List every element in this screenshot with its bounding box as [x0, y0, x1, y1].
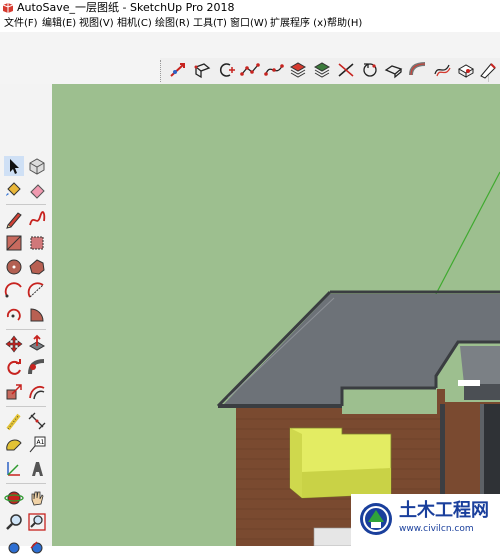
menu-extensions[interactable]: 扩展程序 (x) — [270, 17, 327, 30]
previous-view-icon[interactable] — [27, 536, 47, 556]
pie-icon[interactable] — [27, 305, 47, 325]
axes-icon[interactable] — [4, 459, 24, 479]
pan-icon[interactable] — [27, 488, 47, 508]
watermark-url: www.civilcn.com — [399, 524, 474, 534]
polyline-dots-icon[interactable] — [240, 60, 260, 80]
move-icon[interactable] — [4, 334, 24, 354]
dimension-icon[interactable] — [27, 411, 47, 431]
offset-icon[interactable] — [27, 382, 47, 402]
push-pull-icon[interactable] — [27, 334, 47, 354]
paint-bucket-icon[interactable] — [4, 180, 24, 200]
arc-plus-icon[interactable] — [216, 60, 236, 80]
watermark-title: 土木工程网 — [399, 500, 489, 521]
menu-window[interactable]: 窗口(W) — [230, 17, 268, 30]
civilcn-logo-icon — [360, 503, 392, 535]
menu-file[interactable]: 文件(F) — [4, 17, 38, 30]
polygon-icon[interactable] — [27, 257, 47, 277]
model-viewport[interactable] — [52, 84, 500, 546]
rotated-rectangle-icon[interactable] — [27, 233, 47, 253]
left-toolbar: A1 — [0, 84, 52, 554]
circle-icon[interactable] — [4, 257, 24, 277]
rotate-icon[interactable] — [4, 358, 24, 378]
title-bar: AutoSave_一层图纸 - SketchUp Pro 2018 — [0, 0, 500, 16]
toolbar-divider — [6, 329, 46, 330]
component-icon[interactable] — [27, 156, 47, 176]
arc-icon[interactable] — [4, 281, 24, 301]
text-icon[interactable]: A1 — [27, 435, 47, 455]
push-shape-icon[interactable] — [384, 60, 404, 80]
toolbar-divider — [6, 204, 46, 205]
menu-edit[interactable]: 编辑(E) — [42, 17, 76, 30]
offset-curve-icon[interactable] — [432, 60, 452, 80]
curve-dots-icon[interactable] — [264, 60, 284, 80]
sketchup-logo-icon — [2, 3, 14, 13]
window-title: AutoSave_一层图纸 - SketchUp Pro 2018 — [17, 1, 235, 14]
rotate-object-icon[interactable] — [360, 60, 380, 80]
toolbar-divider — [6, 483, 46, 484]
scale-icon[interactable] — [4, 382, 24, 402]
select-arrow-icon[interactable] — [4, 156, 24, 176]
box-eraser-icon[interactable] — [456, 60, 476, 80]
zoom-icon[interactable] — [4, 512, 24, 532]
pipe-bend-icon[interactable] — [408, 60, 428, 80]
menu-camera[interactable]: 相机(C) — [117, 17, 152, 30]
protractor-icon[interactable] — [4, 435, 24, 455]
eraser-icon[interactable] — [27, 180, 47, 200]
watermark: 土木工程网 www.civilcn.com — [351, 494, 500, 546]
orbit-icon[interactable] — [4, 488, 24, 508]
stack-layers-icon[interactable] — [288, 60, 308, 80]
rectangle-icon[interactable] — [4, 233, 24, 253]
menu-help[interactable]: 帮助(H) — [327, 17, 362, 30]
tape-measure-icon[interactable] — [4, 411, 24, 431]
menu-bar: 文件(F) 编辑(E) 视图(V) 相机(C) 绘图(R) 工具(T) 窗口(W… — [0, 16, 500, 32]
zoom-extents-icon[interactable] — [4, 536, 24, 556]
pencil-icon[interactable] — [4, 209, 24, 229]
two-point-arc-icon[interactable] — [27, 281, 47, 301]
menu-view[interactable]: 视图(V) — [79, 17, 114, 30]
freehand-icon[interactable] — [27, 209, 47, 229]
green-axis — [435, 171, 500, 295]
freehand-arrow-icon[interactable] — [168, 60, 188, 80]
top-toolbar-area — [0, 32, 500, 85]
rectangle-3d-icon[interactable] — [192, 60, 212, 80]
toolbar-divider — [6, 406, 46, 407]
svg-text:A1: A1 — [37, 439, 45, 446]
menu-draw[interactable]: 绘图(R) — [155, 17, 190, 30]
section-knife-icon[interactable] — [479, 60, 499, 80]
three-point-arc-icon[interactable] — [4, 305, 24, 325]
follow-me-icon[interactable] — [27, 358, 47, 378]
stack-layers-alt-icon[interactable] — [312, 60, 332, 80]
toolbar-grip[interactable] — [160, 60, 164, 82]
menu-tools[interactable]: 工具(T) — [193, 17, 227, 30]
3d-text-icon[interactable] — [27, 459, 47, 479]
zoom-window-icon[interactable] — [27, 512, 47, 532]
cut-plane-icon[interactable] — [336, 60, 356, 80]
building-model — [216, 171, 500, 546]
